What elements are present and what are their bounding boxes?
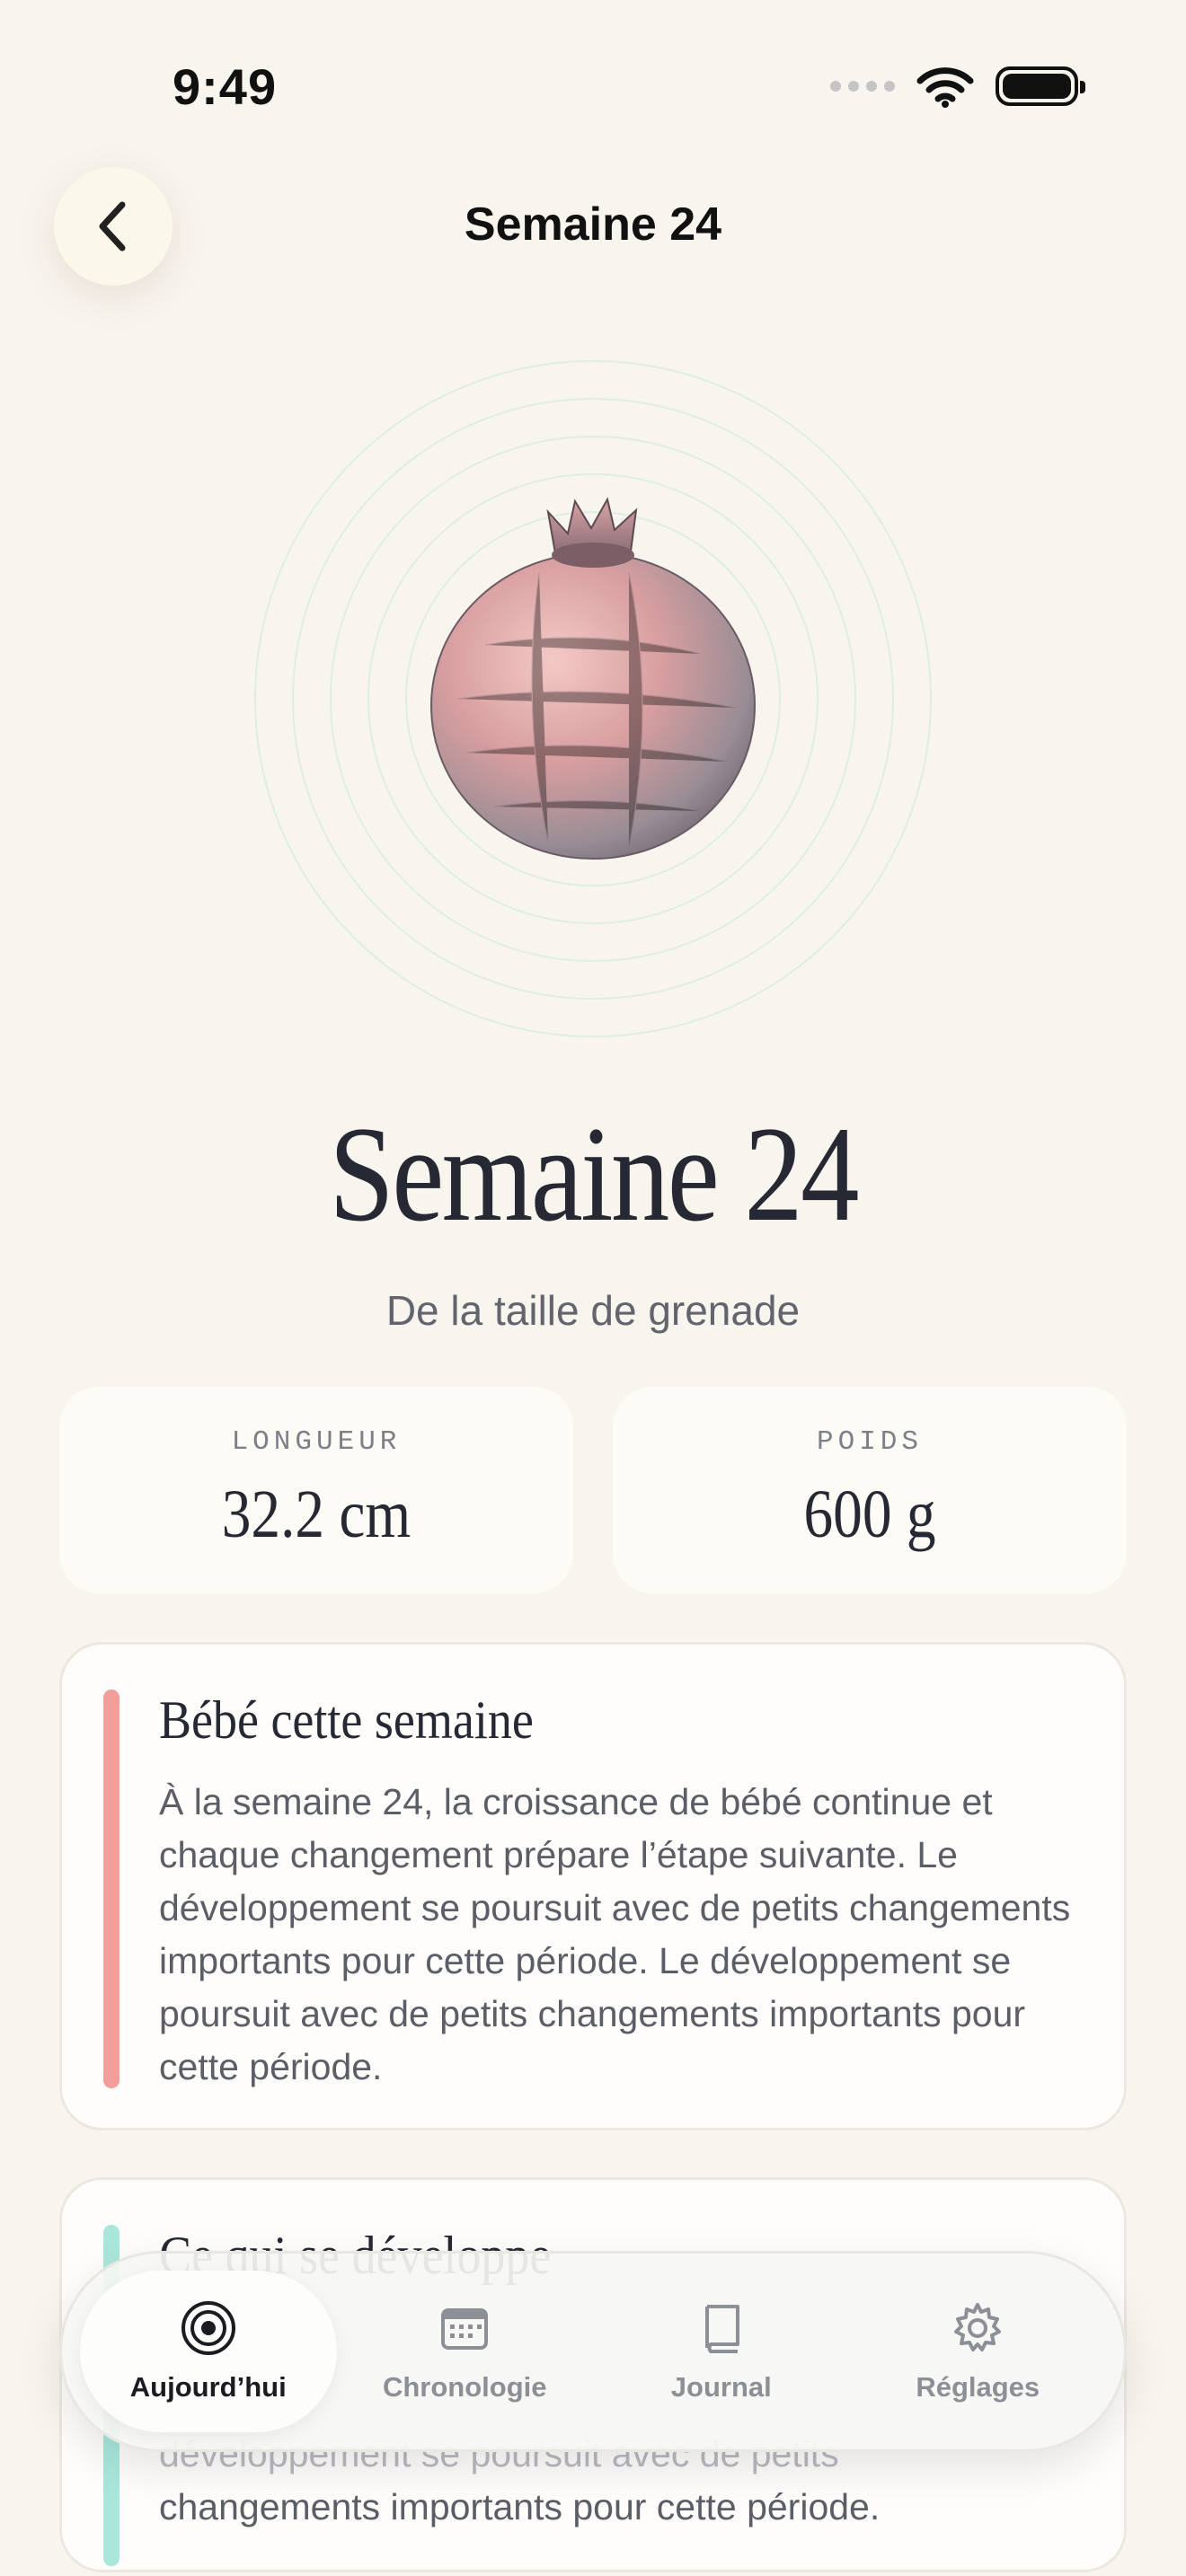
week-title: Semaine 24 <box>329 1098 859 1249</box>
weight-label: POIDS <box>816 1426 923 1458</box>
tab-timeline[interactable]: Chronologie <box>337 2271 594 2432</box>
card-title: Bébé cette semaine <box>159 1690 534 1750</box>
weight-value: 600 g <box>803 1477 936 1552</box>
tab-settings[interactable]: Réglages <box>850 2271 1107 2432</box>
size-comparison: De la taille de grenade <box>385 1287 801 1334</box>
target-icon <box>181 2301 235 2355</box>
weight-card: POIDS 600 g <box>613 1387 1127 1593</box>
length-value: 32.2 cm <box>221 1477 412 1552</box>
status-indicators <box>830 65 1085 108</box>
tab-label: Chronologie <box>382 2371 547 2403</box>
wifi-icon <box>916 67 974 108</box>
book-icon <box>704 2305 739 2353</box>
length-card: LONGUEUR 32.2 cm <box>59 1387 573 1593</box>
card-accent-bar <box>103 1689 119 2088</box>
status-time: 9:49 <box>173 58 278 115</box>
card-body: À la semaine 24, la croissance de bébé c… <box>159 1781 1071 2087</box>
tab-journal[interactable]: Journal <box>593 2271 850 2432</box>
tab-today[interactable]: Aujourd’hui <box>80 2271 337 2432</box>
battery-icon <box>996 66 1085 106</box>
tab-label: Journal <box>670 2371 772 2403</box>
length-label: LONGUEUR <box>231 1426 402 1458</box>
tab-bar: Aujourd’hui Chronologie Journal Réglages <box>59 2251 1127 2452</box>
pomegranate-illustration <box>252 357 934 1040</box>
gear-icon <box>954 2303 1002 2351</box>
calendar-icon <box>441 2308 489 2350</box>
baby-this-week-card: Bébé cette semaine À la semaine 24, la c… <box>59 1642 1127 2130</box>
cellular-signal-icon <box>830 81 895 92</box>
tab-label: Aujourd’hui <box>129 2371 287 2403</box>
nav-title: Semaine 24 <box>464 198 722 251</box>
tab-label: Réglages <box>916 2371 1040 2403</box>
card-body-line: changements importants pour cette périod… <box>159 2486 881 2527</box>
